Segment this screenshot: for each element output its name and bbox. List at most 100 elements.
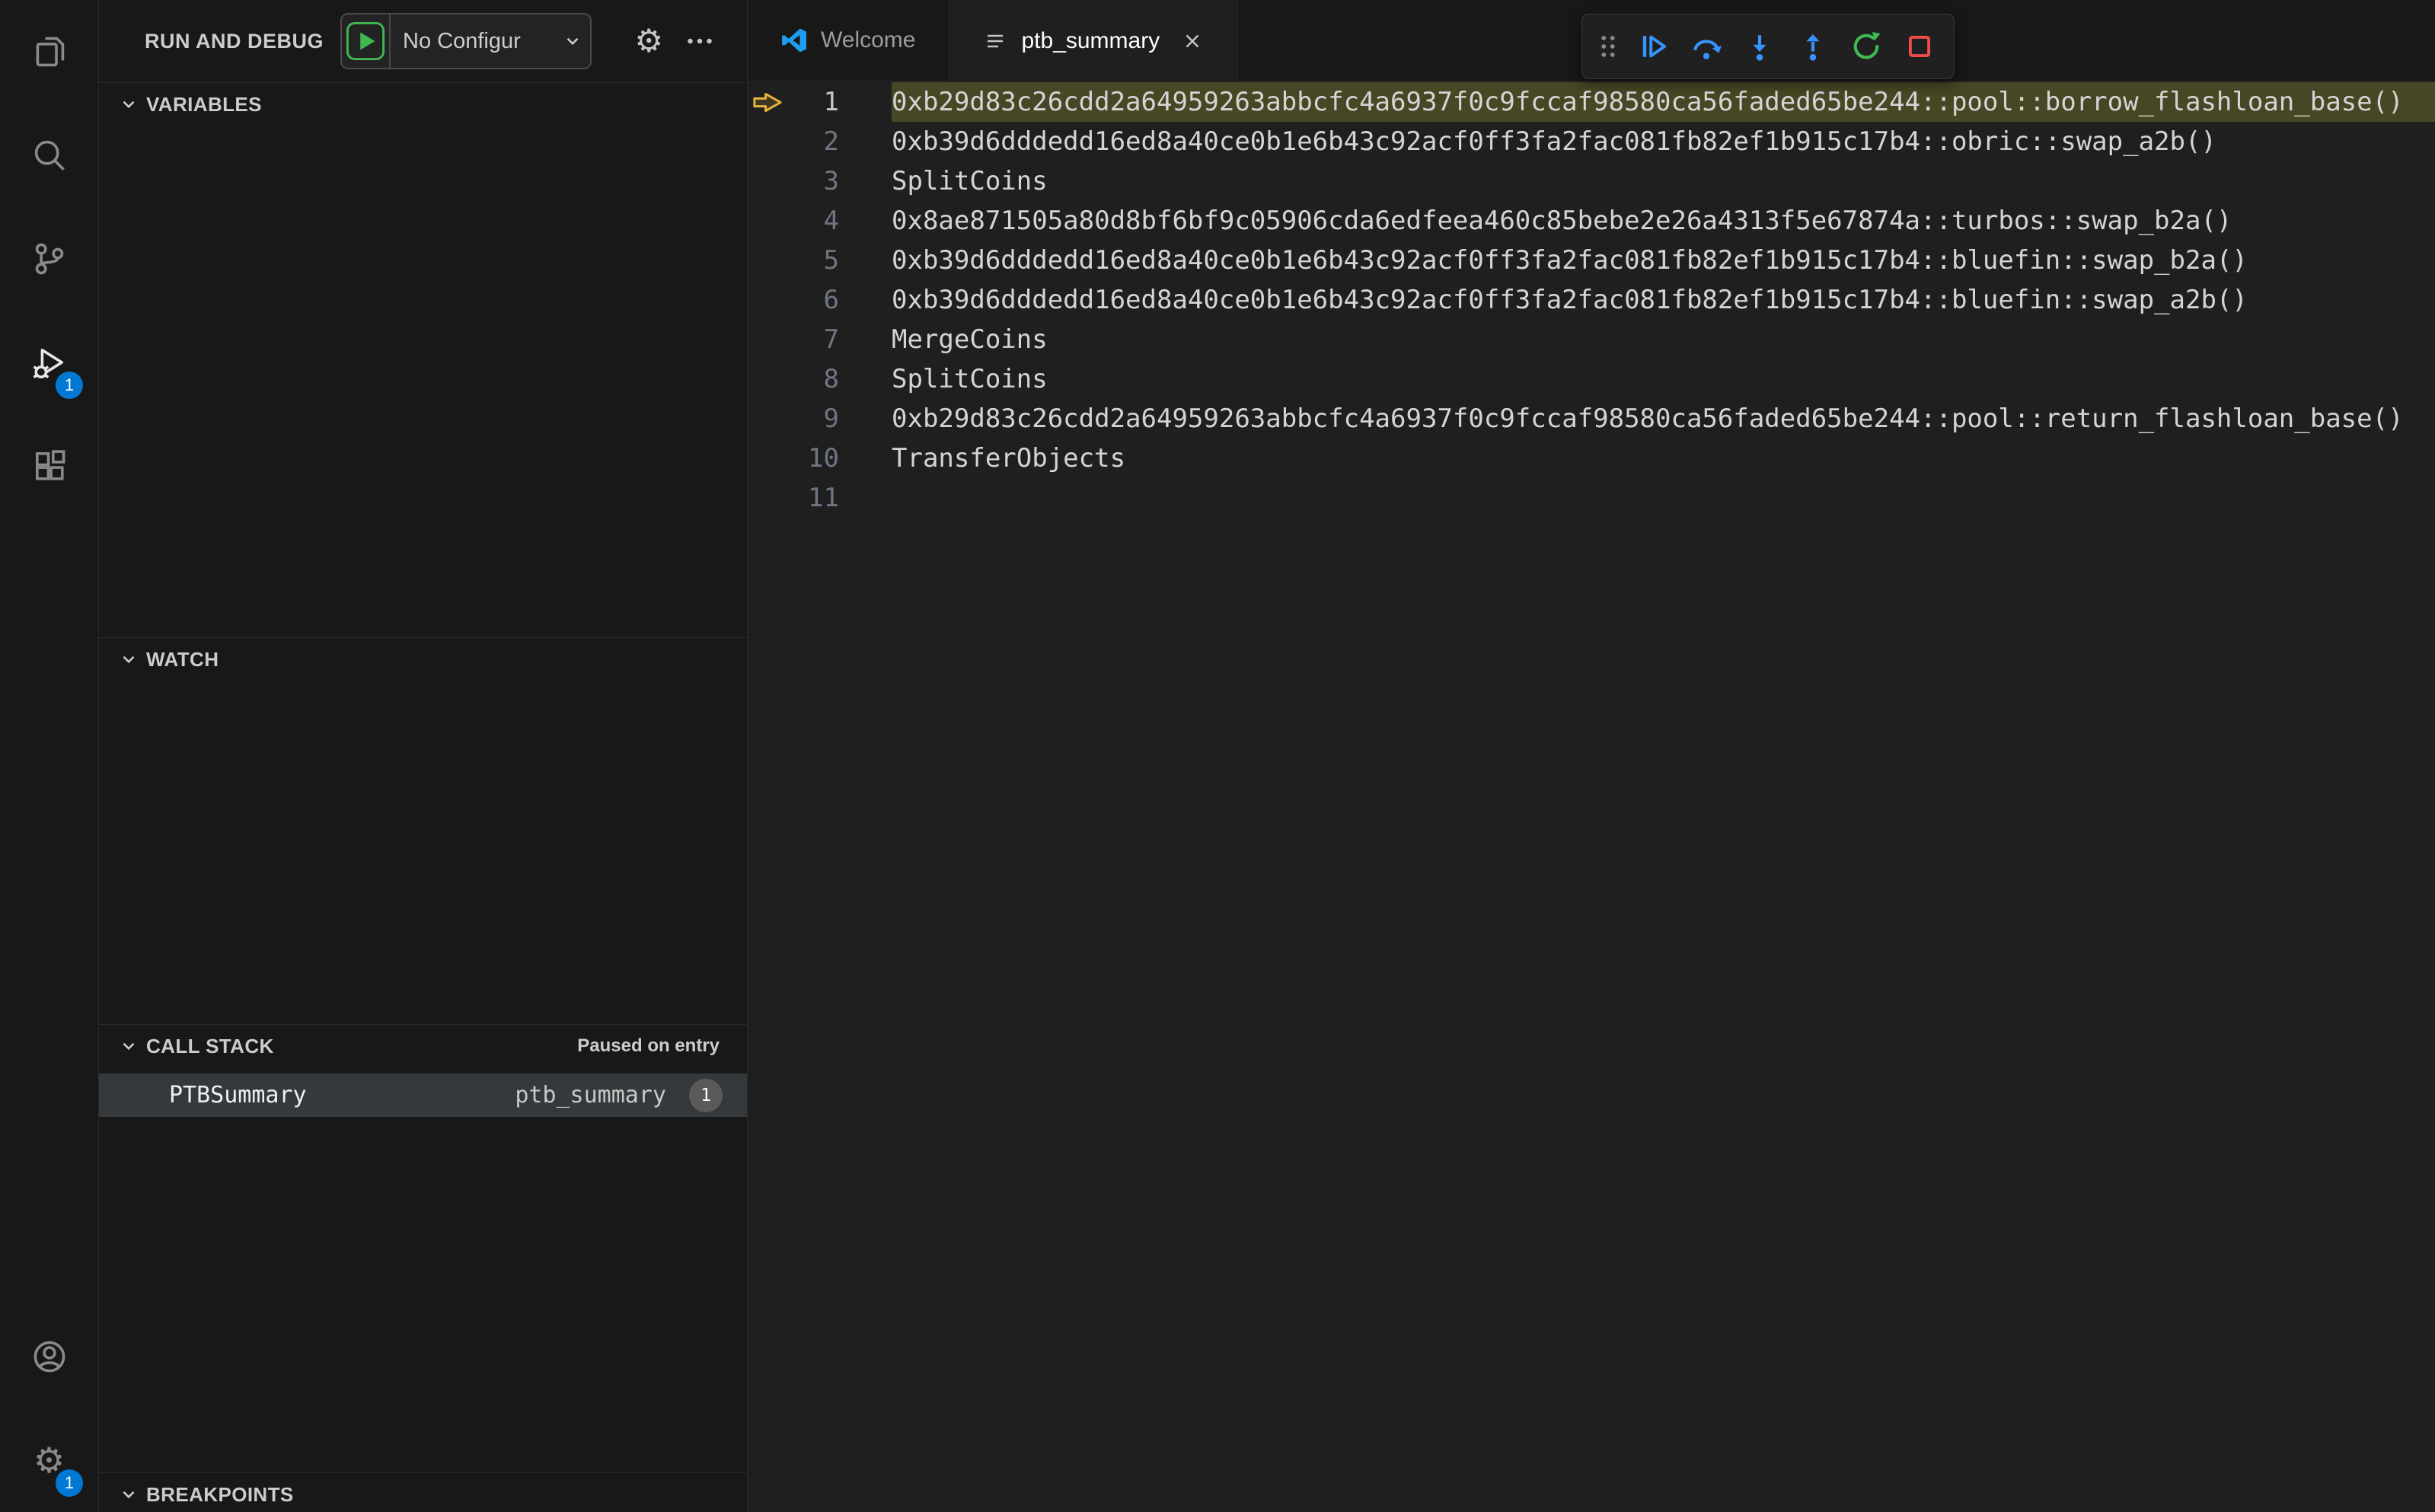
variables-label: VARIABLES bbox=[146, 92, 262, 116]
chevron-down-icon bbox=[119, 649, 139, 669]
line-number[interactable]: 1 bbox=[748, 82, 839, 122]
code-line[interactable]: 6 0xb39d6dddedd16ed8a40ce0b1e6b43c92acf0f… bbox=[748, 280, 2435, 320]
code-text: MergeCoins bbox=[892, 324, 1048, 355]
code-line[interactable]: 5 0xb39d6dddedd16ed8a40ce0b1e6b43c92acf0f… bbox=[748, 241, 2435, 280]
code-text: SplitCoins bbox=[892, 364, 1048, 394]
call-stack-label: CALL STACK bbox=[146, 1034, 274, 1057]
activity-item-explorer[interactable] bbox=[0, 0, 98, 104]
code-line[interactable]: 8 SplitCoins bbox=[748, 359, 2435, 399]
tab-label: Welcome bbox=[821, 27, 916, 53]
code-text: SplitCoins bbox=[892, 166, 1048, 196]
code-editor: 1 0xb29d83c26cdd2a64959263abbcfc4a6937f0… bbox=[748, 81, 2435, 1512]
debug-toolbar bbox=[1581, 14, 1955, 79]
drag-grip-icon[interactable] bbox=[1590, 20, 1626, 73]
settings-badge: 1 bbox=[56, 1469, 83, 1497]
editor-group: Welcome ptb_summary 1 0xb29d83c26cdd2a64… bbox=[748, 0, 2435, 1512]
vscode-logo-icon bbox=[781, 27, 807, 53]
breakpoints-header[interactable]: BREAKPOINTS bbox=[99, 1473, 747, 1512]
code-text: 0x8ae871505a80d8bf6bf9c05906cda6edfeea46… bbox=[892, 206, 2232, 236]
activity-item-run-and-debug[interactable]: 1 bbox=[0, 311, 98, 414]
call-stack-section: CALL STACK Paused on entry PTBSummary pt… bbox=[99, 1024, 747, 1472]
code-line[interactable]: 1 0xb29d83c26cdd2a64959263abbcfc4a6937f0… bbox=[748, 82, 2435, 122]
line-number[interactable]: 3 bbox=[748, 161, 839, 201]
breakpoints-section: BREAKPOINTS bbox=[99, 1472, 747, 1512]
activity-item-extensions[interactable] bbox=[0, 414, 98, 518]
line-number[interactable]: 9 bbox=[748, 399, 839, 439]
variables-header[interactable]: VARIABLES bbox=[99, 83, 747, 126]
activity-bar-bottom: ⚙ 1 bbox=[0, 1305, 98, 1512]
call-stack-frame-row[interactable]: PTBSummary ptb_summary 1 bbox=[99, 1073, 747, 1117]
code-line[interactable]: 4 0x8ae871505a80d8bf6bf9c05906cda6edfeea4… bbox=[748, 201, 2435, 241]
chevron-down-icon bbox=[119, 1485, 139, 1504]
watch-section: WATCH bbox=[99, 637, 747, 1024]
vscode-window: 1 ⚙ 1 RUN AND DEBUG No Configur ⚙ VARIAB… bbox=[0, 0, 2435, 1512]
code-text: 0xb29d83c26cdd2a64959263abbcfc4a6937f0c9… bbox=[892, 82, 2435, 122]
tab-label: ptb_summary bbox=[1021, 27, 1160, 53]
list-file-icon bbox=[983, 29, 1007, 53]
line-number[interactable]: 5 bbox=[748, 241, 839, 280]
variables-section: VARIABLES bbox=[99, 82, 747, 637]
chevron-down-icon bbox=[563, 31, 582, 51]
code-line[interactable]: 9 0xb29d83c26cdd2a64959263abbcfc4a6937f0c… bbox=[748, 399, 2435, 439]
tab-ptb-summary[interactable]: ptb_summary bbox=[949, 0, 1239, 81]
step-over-button[interactable] bbox=[1680, 20, 1733, 73]
debug-config-label: No Configur bbox=[403, 28, 521, 53]
frame-count-badge: 1 bbox=[689, 1078, 723, 1112]
watch-header[interactable]: WATCH bbox=[99, 638, 747, 681]
activity-bar: 1 ⚙ 1 bbox=[0, 0, 99, 1512]
code-line[interactable]: 10 TransferObjects bbox=[748, 439, 2435, 478]
tab-welcome[interactable]: Welcome bbox=[748, 0, 950, 81]
line-number[interactable]: 10 bbox=[748, 439, 839, 478]
sidebar-title: RUN AND DEBUG bbox=[145, 29, 324, 53]
call-stack-header[interactable]: CALL STACK Paused on entry bbox=[99, 1025, 747, 1067]
code-text: 0xb39d6dddedd16ed8a40ce0b1e6b43c92acf0ff… bbox=[892, 285, 2248, 315]
more-actions-icon[interactable] bbox=[685, 26, 715, 56]
stop-button[interactable] bbox=[1893, 20, 1946, 73]
code-line[interactable]: 3 SplitCoins bbox=[748, 161, 2435, 201]
current-stackframe-arrow-icon bbox=[752, 92, 783, 113]
source-control-icon bbox=[31, 241, 68, 277]
sidebar-header-actions: ⚙ bbox=[634, 25, 747, 57]
line-number[interactable]: 2 bbox=[748, 122, 839, 161]
frame-name: PTBSummary bbox=[169, 1082, 307, 1108]
activity-item-settings[interactable]: ⚙ 1 bbox=[0, 1408, 98, 1512]
step-out-button[interactable] bbox=[1786, 20, 1840, 73]
activity-item-search[interactable] bbox=[0, 104, 98, 207]
files-icon bbox=[31, 33, 68, 70]
account-icon bbox=[31, 1338, 68, 1375]
code-text: 0xb29d83c26cdd2a64959263abbcfc4a6937f0c9… bbox=[892, 404, 2404, 434]
activity-bar-top: 1 bbox=[0, 0, 98, 518]
code-text: 0xb39d6dddedd16ed8a40ce0b1e6b43c92acf0ff… bbox=[892, 245, 2248, 276]
code-line[interactable]: 11 bbox=[748, 478, 2435, 518]
line-number[interactable]: 8 bbox=[748, 359, 839, 399]
search-icon bbox=[31, 137, 68, 174]
continue-button[interactable] bbox=[1626, 20, 1680, 73]
frame-source: ptb_summary bbox=[515, 1082, 666, 1108]
code-line[interactable]: 2 0xb39d6dddedd16ed8a40ce0b1e6b43c92acf0f… bbox=[748, 122, 2435, 161]
sidebar-title-row: RUN AND DEBUG No Configur ⚙ bbox=[99, 0, 747, 82]
line-number[interactable]: 7 bbox=[748, 320, 839, 359]
code-text: 0xb39d6dddedd16ed8a40ce0b1e6b43c92acf0ff… bbox=[892, 126, 2216, 157]
line-number[interactable]: 4 bbox=[748, 201, 839, 241]
run-and-debug-sidebar: RUN AND DEBUG No Configur ⚙ VARIABLES WA… bbox=[99, 0, 748, 1512]
code-text: TransferObjects bbox=[892, 443, 1126, 474]
extensions-icon bbox=[31, 448, 68, 484]
debug-config-dropdown[interactable]: No Configur bbox=[340, 13, 592, 69]
restart-button[interactable] bbox=[1840, 20, 1893, 73]
step-into-button[interactable] bbox=[1733, 20, 1786, 73]
close-icon[interactable] bbox=[1181, 30, 1204, 53]
debug-badge: 1 bbox=[56, 372, 83, 399]
debug-settings-gear-icon[interactable]: ⚙ bbox=[634, 25, 663, 57]
activity-item-accounts[interactable] bbox=[0, 1305, 98, 1408]
code-line[interactable]: 7 MergeCoins bbox=[748, 320, 2435, 359]
chevron-down-icon bbox=[119, 94, 139, 114]
activity-item-source-control[interactable] bbox=[0, 207, 98, 311]
watch-label: WATCH bbox=[146, 647, 219, 671]
start-debug-icon[interactable] bbox=[342, 21, 389, 61]
call-stack-status: Paused on entry bbox=[577, 1035, 720, 1056]
line-number[interactable]: 6 bbox=[748, 280, 839, 320]
chevron-down-icon bbox=[119, 1036, 139, 1056]
breakpoints-label: BREAKPOINTS bbox=[146, 1482, 294, 1506]
line-number[interactable]: 11 bbox=[748, 478, 839, 518]
